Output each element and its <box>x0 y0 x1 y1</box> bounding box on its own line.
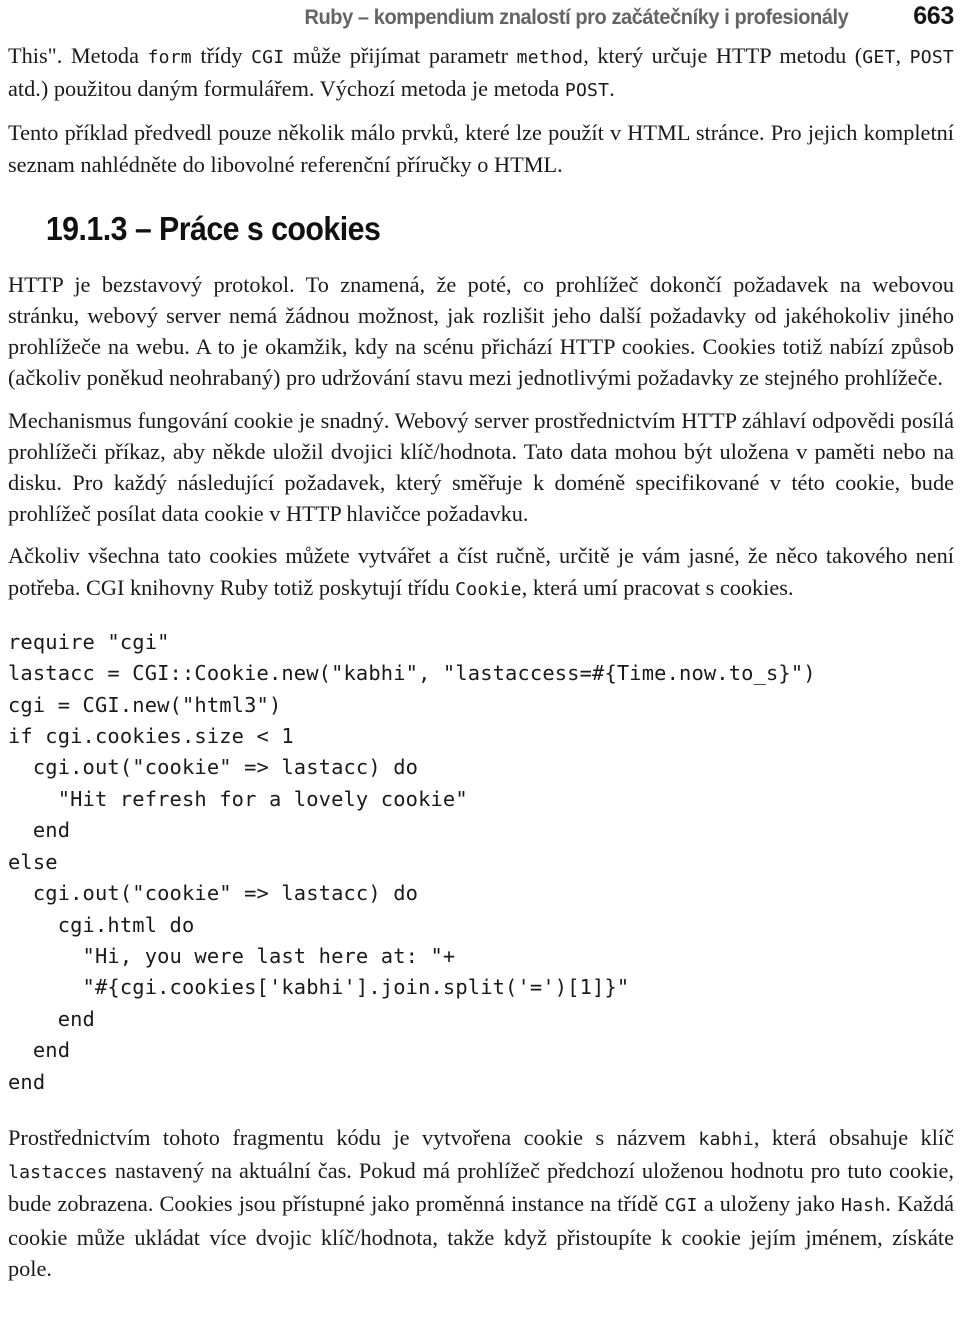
running-head-title: Ruby – kompendium znalostí pro začáteční… <box>304 5 849 29</box>
paragraph-html-reference: Tento příklad předvedl pouze několik mál… <box>8 120 954 177</box>
text-run: This". Metoda <box>8 43 148 68</box>
inline-code-method: method <box>516 47 584 68</box>
text-run: . <box>609 76 615 102</box>
running-head: Ruby – kompendium znalostí pro začáteční… <box>8 0 955 40</box>
inline-code-post: POST <box>909 47 955 68</box>
inline-code-post-default: POST <box>564 80 610 102</box>
text-run: Prostřednictvím tohoto fragmentu kódu je… <box>8 1124 699 1150</box>
inline-code-get: GET <box>862 47 896 68</box>
text-run: , který určuje HTTP metodu ( <box>583 43 863 68</box>
paragraph-cookie-class: Ačkoliv všechna tato cookies můžete vytv… <box>8 540 954 604</box>
text-run: atd.) použitou daným formulářem. Výchozí… <box>8 76 565 102</box>
text-run: může přijímat parametr <box>284 43 517 68</box>
book-page: Ruby – kompendium znalostí pro začáteční… <box>0 0 960 1338</box>
text-run: a uloženy jako <box>697 1191 841 1217</box>
paragraph-intro-form-method: This". Metoda form třídy CGI může přijím… <box>8 40 954 106</box>
paragraph-fragment-explanation: Prostřednictvím tohoto fragmentu kódu je… <box>8 1122 954 1284</box>
inline-code-cgi: CGI <box>251 47 285 68</box>
text-run: , <box>895 43 910 68</box>
paragraph-cookie-mechanism: Mechanismus fungování cookie je snadný. … <box>8 407 954 527</box>
inline-code-form: form <box>147 47 192 68</box>
inline-code-lastacces: lastacces <box>8 1162 108 1184</box>
inline-code-cgi-class: CGI <box>664 1195 698 1217</box>
text-run: , která umí pracovat s cookies. <box>521 574 794 600</box>
paragraph-http-stateless: HTTP je bezstavový protokol. To znamená,… <box>8 271 954 391</box>
text-run: , která obsahuje klíč <box>753 1124 954 1150</box>
page-number: 663 <box>913 2 954 30</box>
inline-code-kabhi: kabhi <box>698 1128 754 1150</box>
section-heading-cookies: 19.1.3 – Práce s cookies <box>45 209 381 247</box>
inline-code-cookie-class: Cookie <box>455 578 522 600</box>
ruby-code-listing: require "cgi" lastacc = CGI::Cookie.new(… <box>8 629 816 1094</box>
text-run: třídy <box>191 43 252 68</box>
inline-code-hash: Hash <box>840 1195 886 1217</box>
